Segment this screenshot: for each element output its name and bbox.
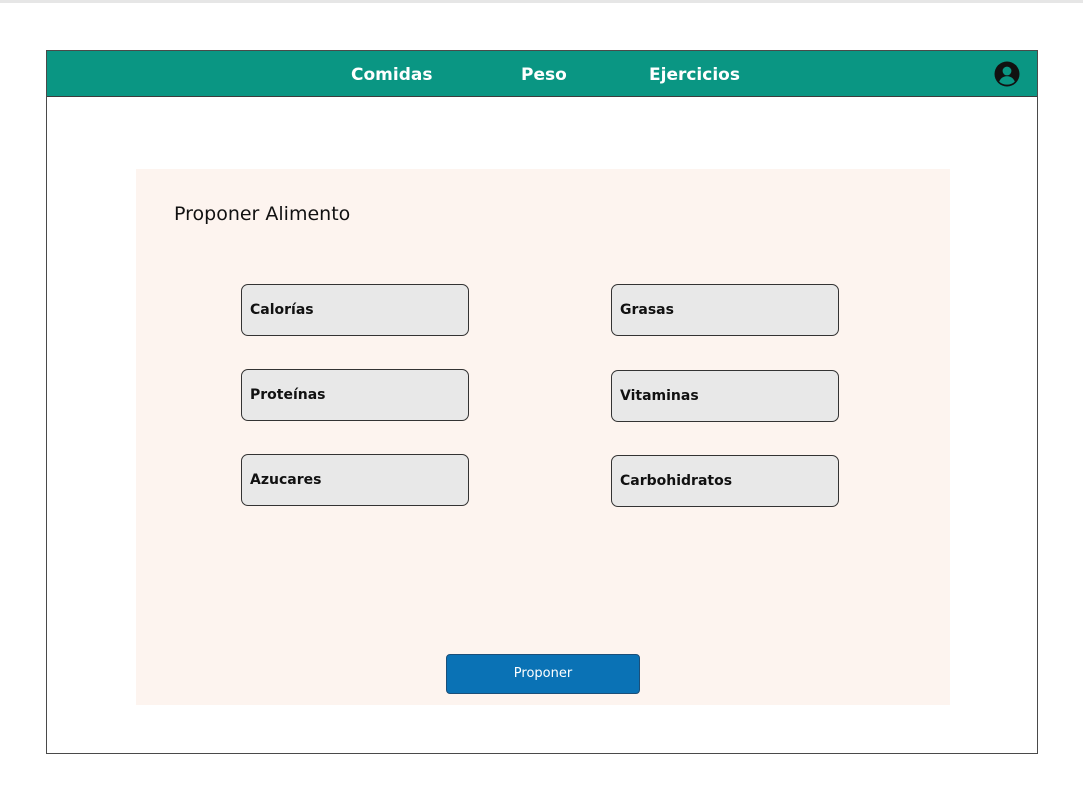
- top-navbar: Comidas Peso Ejercicios: [47, 51, 1037, 97]
- nav-peso[interactable]: Peso: [521, 64, 567, 86]
- carbohidratos-label: Carbohidratos: [620, 473, 733, 489]
- app-window: Comidas Peso Ejercicios Proponer Aliment…: [46, 50, 1038, 754]
- vitaminas-label: Vitaminas: [620, 388, 699, 404]
- calorias-label: Calorías: [250, 302, 314, 318]
- panel-title: Proponer Alimento: [174, 203, 351, 225]
- grasas-label: Grasas: [620, 302, 674, 318]
- vitaminas-field[interactable]: Vitaminas: [611, 370, 839, 422]
- grasas-field[interactable]: Grasas: [611, 284, 839, 336]
- propose-food-panel: Proponer Alimento Calorías Proteínas Azu…: [136, 169, 950, 705]
- azucares-label: Azucares: [250, 472, 322, 488]
- proteinas-field[interactable]: Proteínas: [241, 369, 469, 421]
- calorias-field[interactable]: Calorías: [241, 284, 469, 336]
- user-circle-icon[interactable]: [994, 61, 1020, 87]
- proponer-button[interactable]: Proponer: [446, 654, 640, 694]
- azucares-field[interactable]: Azucares: [241, 454, 469, 506]
- carbohidratos-field[interactable]: Carbohidratos: [611, 455, 839, 507]
- top-divider: [0, 0, 1083, 3]
- nav-ejercicios[interactable]: Ejercicios: [649, 64, 740, 86]
- proteinas-label: Proteínas: [250, 387, 326, 403]
- nav-comidas[interactable]: Comidas: [351, 64, 432, 86]
